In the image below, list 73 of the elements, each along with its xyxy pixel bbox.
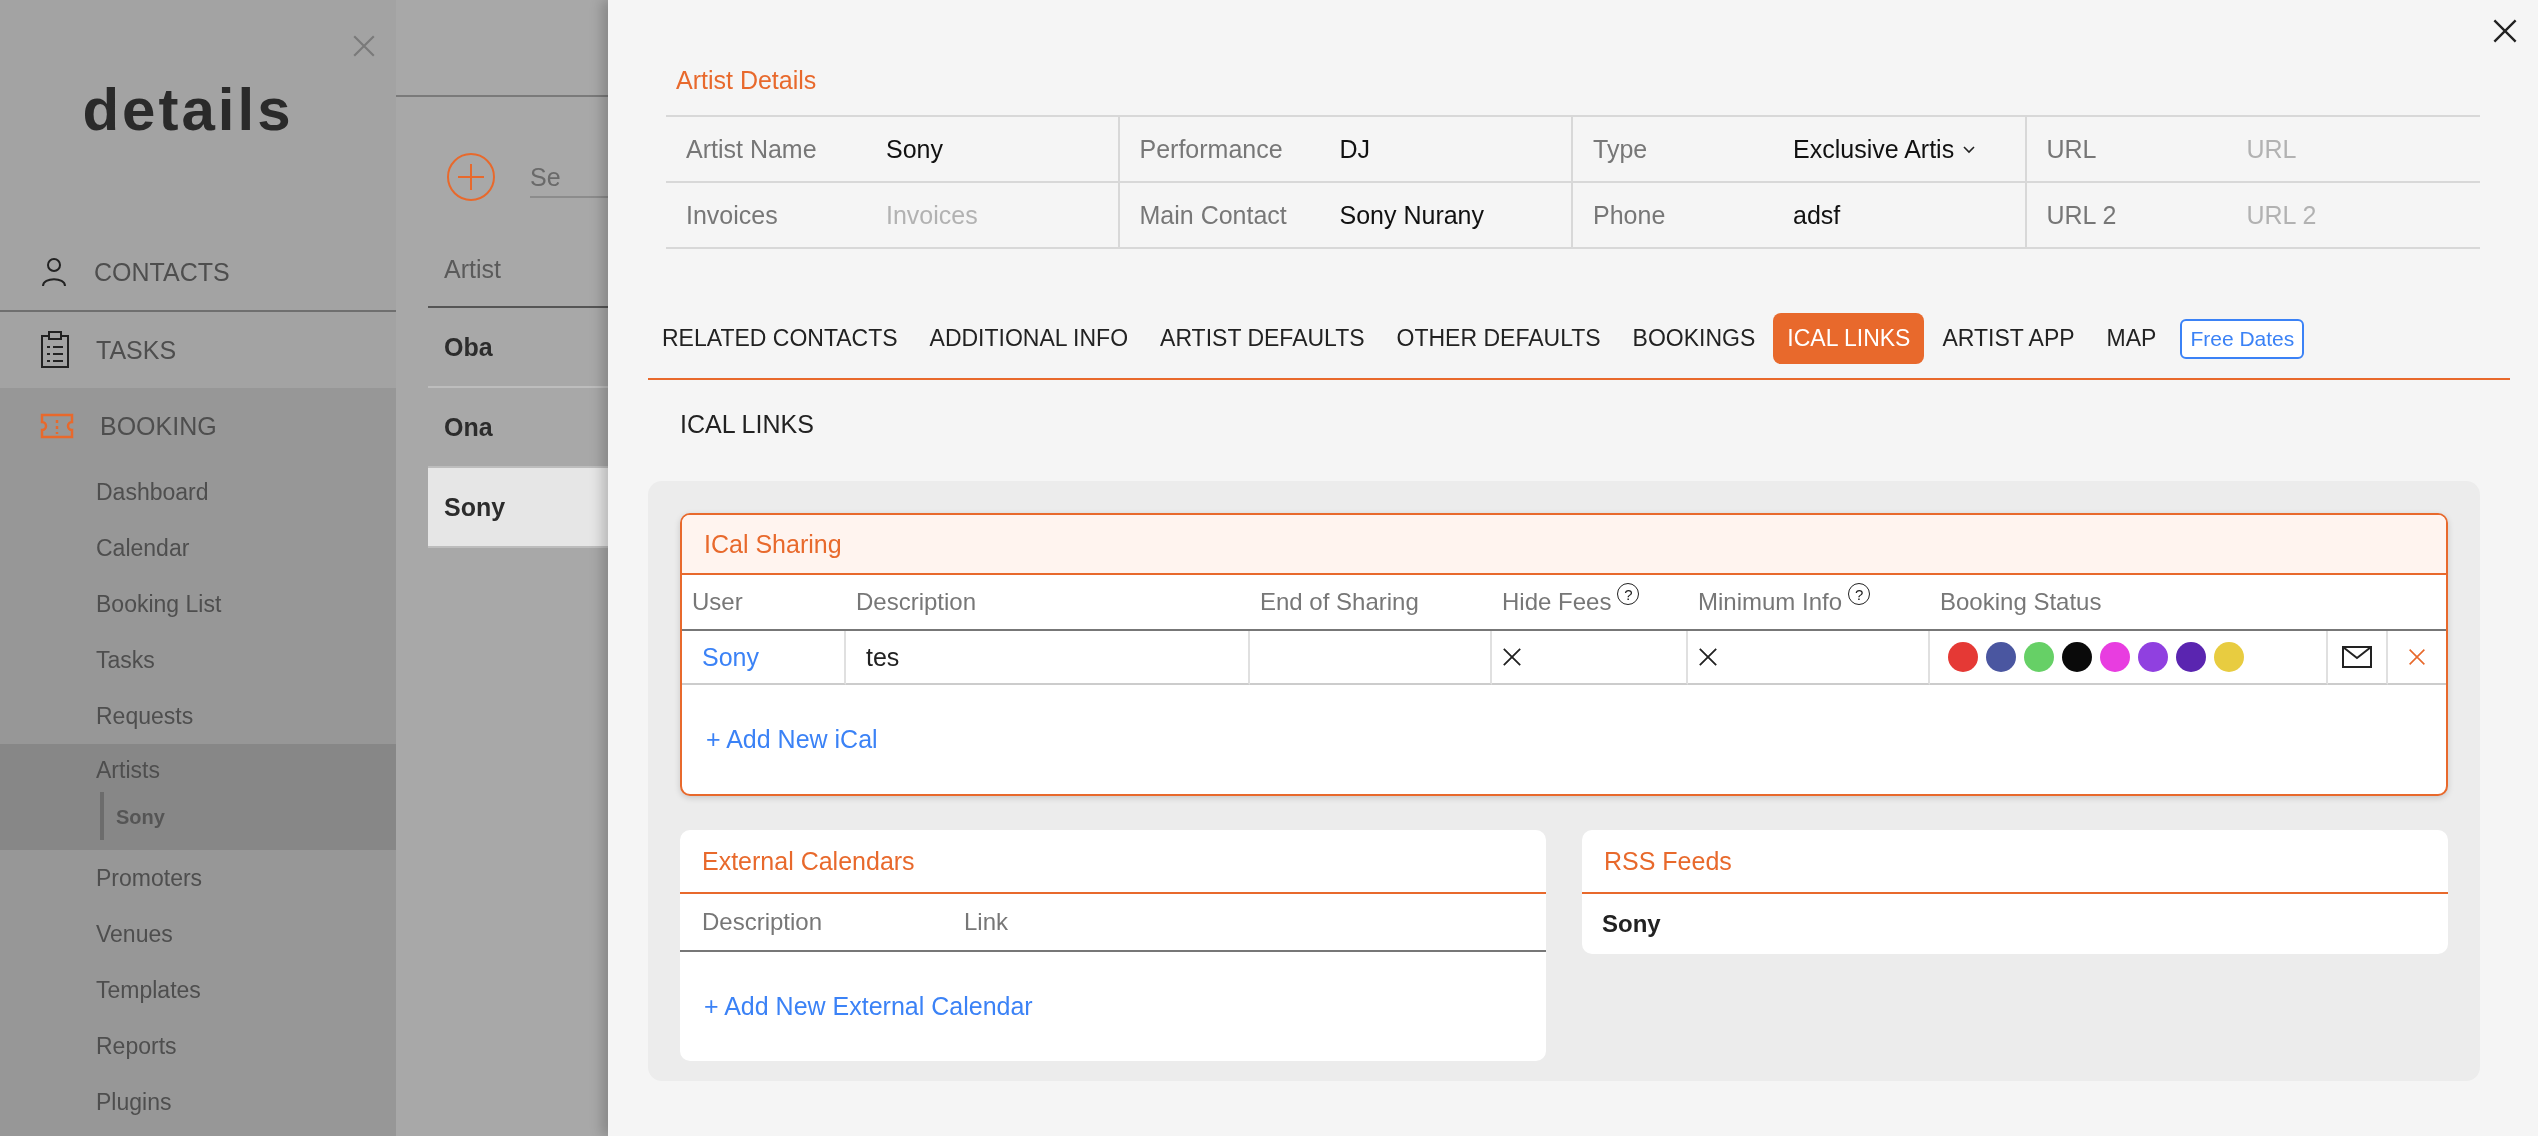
- user-link[interactable]: Sony: [702, 642, 759, 672]
- input-field[interactable]: URL: [2246, 134, 2457, 164]
- status-dot[interactable]: [1986, 642, 2016, 672]
- nav-subitem[interactable]: Dashboard: [0, 464, 396, 520]
- person-icon: [40, 257, 68, 287]
- nav-item[interactable]: CONTACTS: [0, 234, 396, 310]
- nav-subitem[interactable]: Calendar: [0, 520, 396, 576]
- field-label: Invoices: [686, 200, 779, 230]
- ticket-icon: [40, 413, 74, 439]
- card-title: ICal Sharing: [682, 515, 2446, 575]
- nav-subitem[interactable]: Plugins: [0, 1074, 396, 1130]
- nav-subitem[interactable]: Artists: [0, 748, 396, 792]
- status-dot[interactable]: [2214, 642, 2244, 672]
- column-header: Description: [702, 908, 824, 936]
- table-cell: tes: [866, 642, 900, 672]
- column-header: Booking Status: [1940, 588, 2102, 616]
- status-dot[interactable]: [1948, 642, 1978, 672]
- nav-subitem[interactable]: Reports: [0, 1018, 396, 1074]
- free-dates-button[interactable]: Free Dates: [2180, 318, 2305, 359]
- tab[interactable]: RELATED CONTACTS: [648, 313, 912, 364]
- nav-subitem[interactable]: Requests: [0, 688, 396, 744]
- nav-subitem[interactable]: Promoters: [0, 850, 396, 906]
- nav-subitem[interactable]: Tasks: [0, 632, 396, 688]
- clipboard-icon: [40, 331, 70, 369]
- status-dot[interactable]: [2024, 642, 2054, 672]
- input-field[interactable]: Sony Nurany: [1339, 200, 1550, 230]
- column-header: User: [692, 588, 743, 616]
- field-label: Main Contact: [1139, 200, 1288, 230]
- tab[interactable]: BOOKINGS: [1618, 313, 1770, 364]
- field-label: Artist Name: [686, 134, 818, 164]
- delete-icon: [2408, 648, 2426, 666]
- tab[interactable]: MAP: [2092, 313, 2171, 364]
- add-external-calendar-link[interactable]: + Add New External Calendar: [704, 992, 1033, 1021]
- field-label: URL 2: [2046, 200, 2118, 230]
- section-title: Artist Details: [676, 66, 818, 95]
- column-header: Hide Fees: [1502, 588, 1612, 616]
- card-title: RSS Feeds: [1582, 830, 2448, 894]
- input-field[interactable]: adsf: [1793, 200, 2003, 230]
- tab[interactable]: OTHER DEFAULTS: [1382, 313, 1615, 364]
- nav-subitem[interactable]: Templates: [0, 962, 396, 1018]
- column-header: Minimum Info: [1698, 588, 1843, 616]
- nav-subitem[interactable]: Venues: [0, 906, 396, 962]
- input-field[interactable]: Sony: [886, 134, 1096, 164]
- card-title: External Calendars: [680, 830, 1546, 894]
- input-field[interactable]: DJ: [1339, 134, 1550, 164]
- input-field[interactable]: URL 2: [2246, 200, 2457, 230]
- nav-item[interactable]: TASKS: [0, 312, 396, 388]
- field-label: Type: [1593, 134, 1649, 164]
- section-title: ICAL LINKS: [680, 410, 815, 439]
- tab[interactable]: ARTIST APP: [1928, 313, 2089, 364]
- envelope-icon[interactable]: [2342, 646, 2372, 668]
- status-dot[interactable]: [2176, 642, 2206, 672]
- status-dot[interactable]: [2100, 642, 2130, 672]
- artist-row[interactable]: Sony: [428, 468, 608, 548]
- caret-icon: [1962, 144, 1977, 154]
- status-dot[interactable]: [2138, 642, 2168, 672]
- column-header: End of Sharing: [1260, 588, 1419, 616]
- field-label: Performance: [1139, 134, 1284, 164]
- logo: details: [82, 75, 295, 144]
- tab[interactable]: ICAL LINKS: [1773, 313, 1925, 364]
- nav-subitem[interactable]: Booking List: [0, 576, 396, 632]
- tab[interactable]: ARTIST DEFAULTS: [1146, 313, 1379, 364]
- tab[interactable]: ADDITIONAL INFO: [915, 313, 1143, 364]
- column-header: Link: [964, 908, 1009, 936]
- status-dot[interactable]: [2062, 642, 2092, 672]
- add-ical-link[interactable]: + Add New iCal: [706, 725, 878, 754]
- input-field[interactable]: Invoices: [886, 200, 1096, 230]
- field-label: URL: [2046, 134, 2098, 164]
- column-header: Description: [856, 588, 977, 616]
- feed-item[interactable]: Sony: [1582, 894, 2448, 954]
- type-dropdown[interactable]: Exclusive Artis: [1793, 134, 1977, 164]
- nav-item[interactable]: BOOKING: [0, 388, 396, 464]
- field-label: Phone: [1593, 200, 1667, 230]
